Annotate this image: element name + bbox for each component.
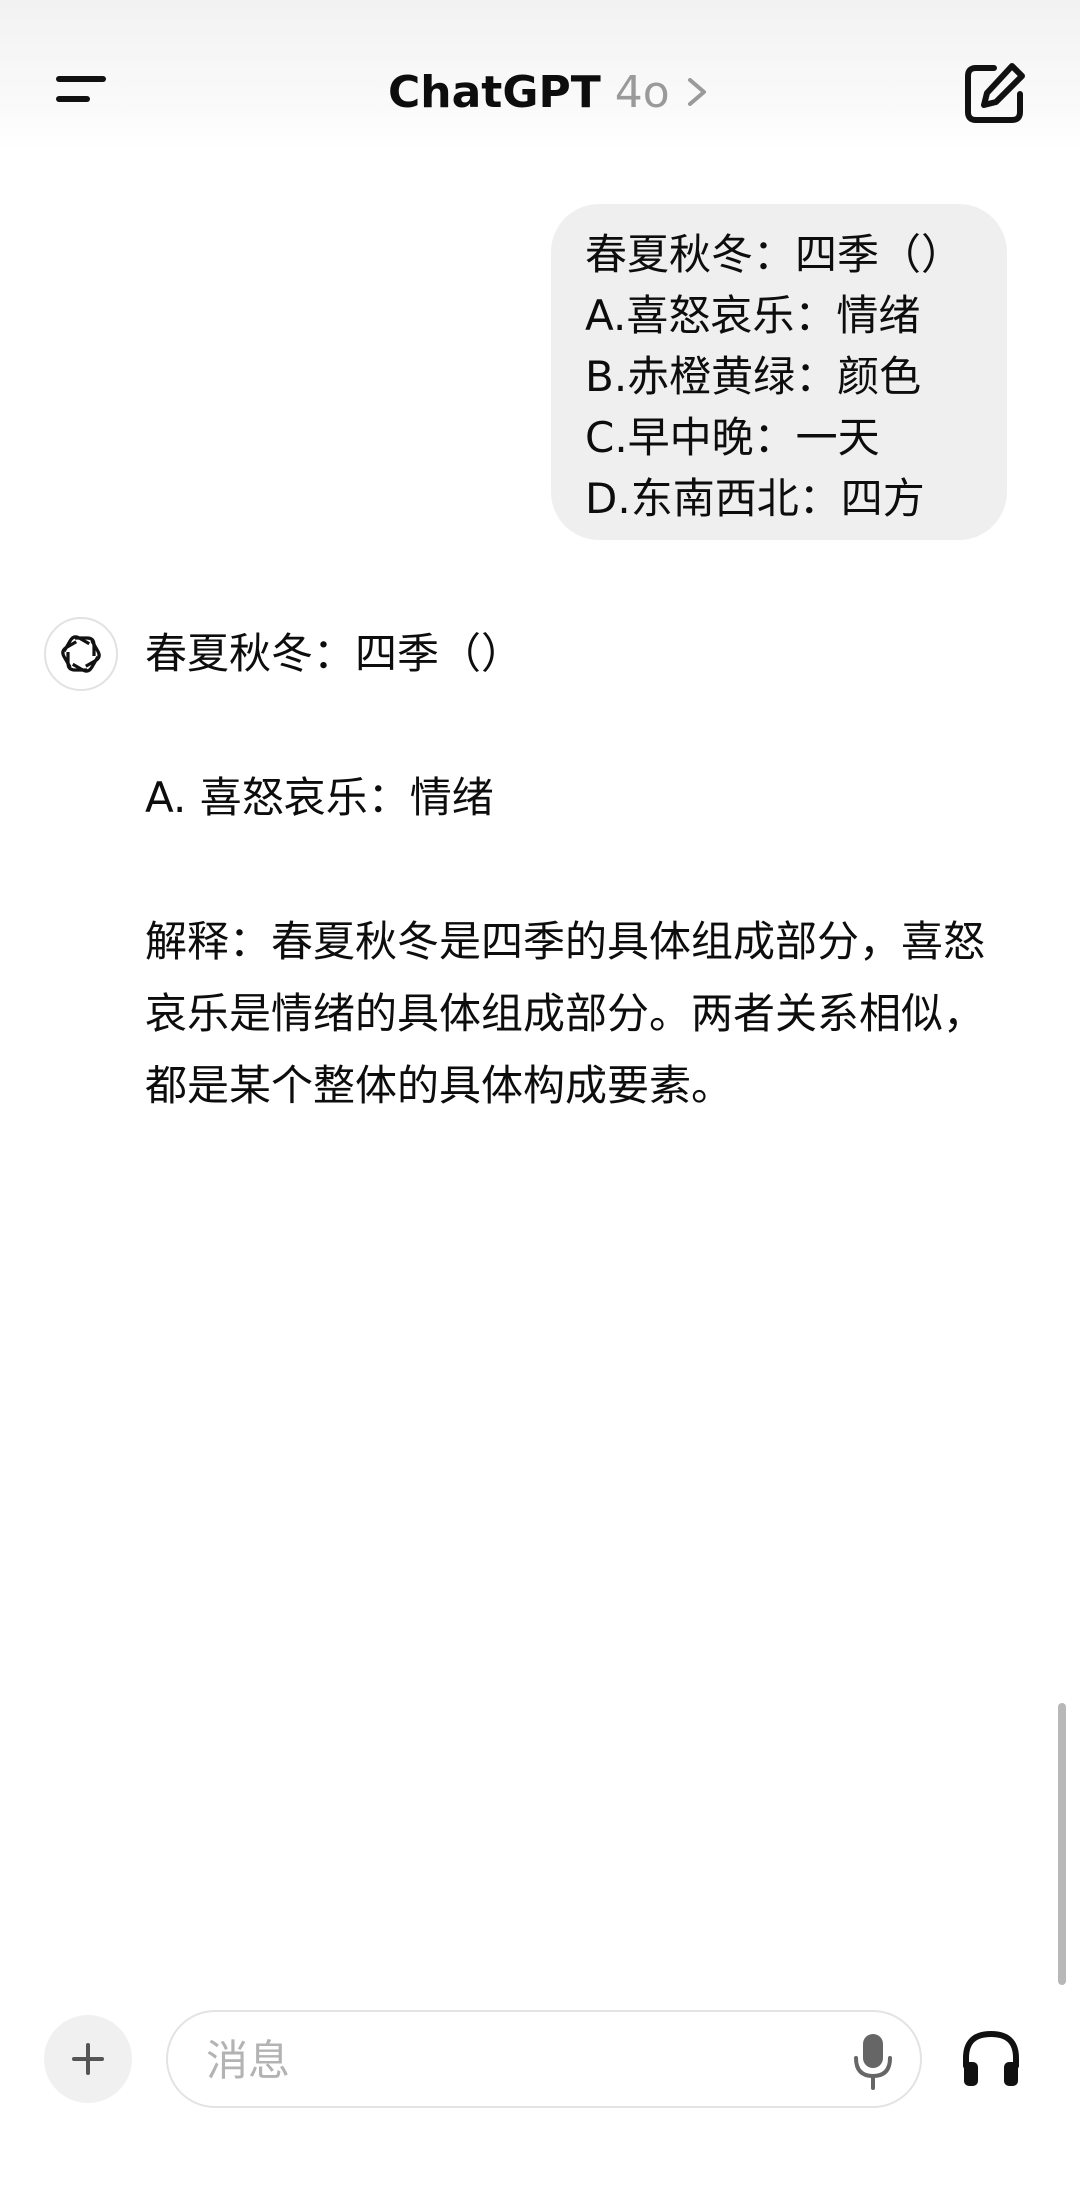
openai-logo-icon — [61, 635, 101, 673]
scrollbar[interactable] — [1058, 1703, 1066, 1985]
voice-mode-button[interactable] — [958, 2026, 1024, 2092]
model-selector[interactable]: ChatGPT 4o — [388, 62, 712, 122]
app-title: ChatGPT — [388, 66, 601, 118]
user-message-line: C.早中晚：一天 — [585, 413, 880, 462]
assistant-avatar — [44, 617, 118, 691]
assistant-answer: A. 喜怒哀乐：情绪 — [145, 773, 494, 822]
assistant-message: 春夏秋冬：四季（） A. 喜怒哀乐：情绪 解释：春夏秋冬是四季的具体组成部分，喜… — [145, 618, 1025, 1122]
user-message-bubble: 春夏秋冬：四季（） A.喜怒哀乐：情绪 B.赤橙黄绿：颜色 C.早中晚：一天 D… — [551, 204, 1007, 540]
chevron-right-icon — [682, 72, 712, 112]
headphones-icon — [963, 2030, 1019, 2086]
assistant-explanation: 解释：春夏秋冬是四季的具体组成部分，喜怒哀乐是情绪的具体组成部分。两者关系相似，… — [145, 917, 986, 1110]
user-message-line: 春夏秋冬：四季（） — [585, 230, 964, 279]
microphone-icon — [854, 2034, 892, 2090]
attach-button[interactable] — [44, 2015, 132, 2103]
menu-button[interactable] — [48, 68, 112, 112]
assistant-question: 春夏秋冬：四季（） — [145, 629, 524, 678]
user-message-line: A.喜怒哀乐：情绪 — [585, 291, 921, 340]
top-bar: ChatGPT 4o — [0, 0, 1080, 150]
model-label: 4o — [614, 66, 670, 118]
new-chat-button[interactable] — [960, 58, 1030, 128]
mic-button[interactable] — [848, 2030, 898, 2092]
user-message-line: B.赤橙黄绿：颜色 — [585, 352, 922, 401]
edit-icon — [965, 63, 1025, 123]
message-input[interactable] — [204, 2012, 808, 2108]
message-input-container[interactable] — [166, 2010, 922, 2108]
plus-icon — [72, 2043, 104, 2075]
user-message-line: D.东南西北：四方 — [585, 474, 925, 523]
